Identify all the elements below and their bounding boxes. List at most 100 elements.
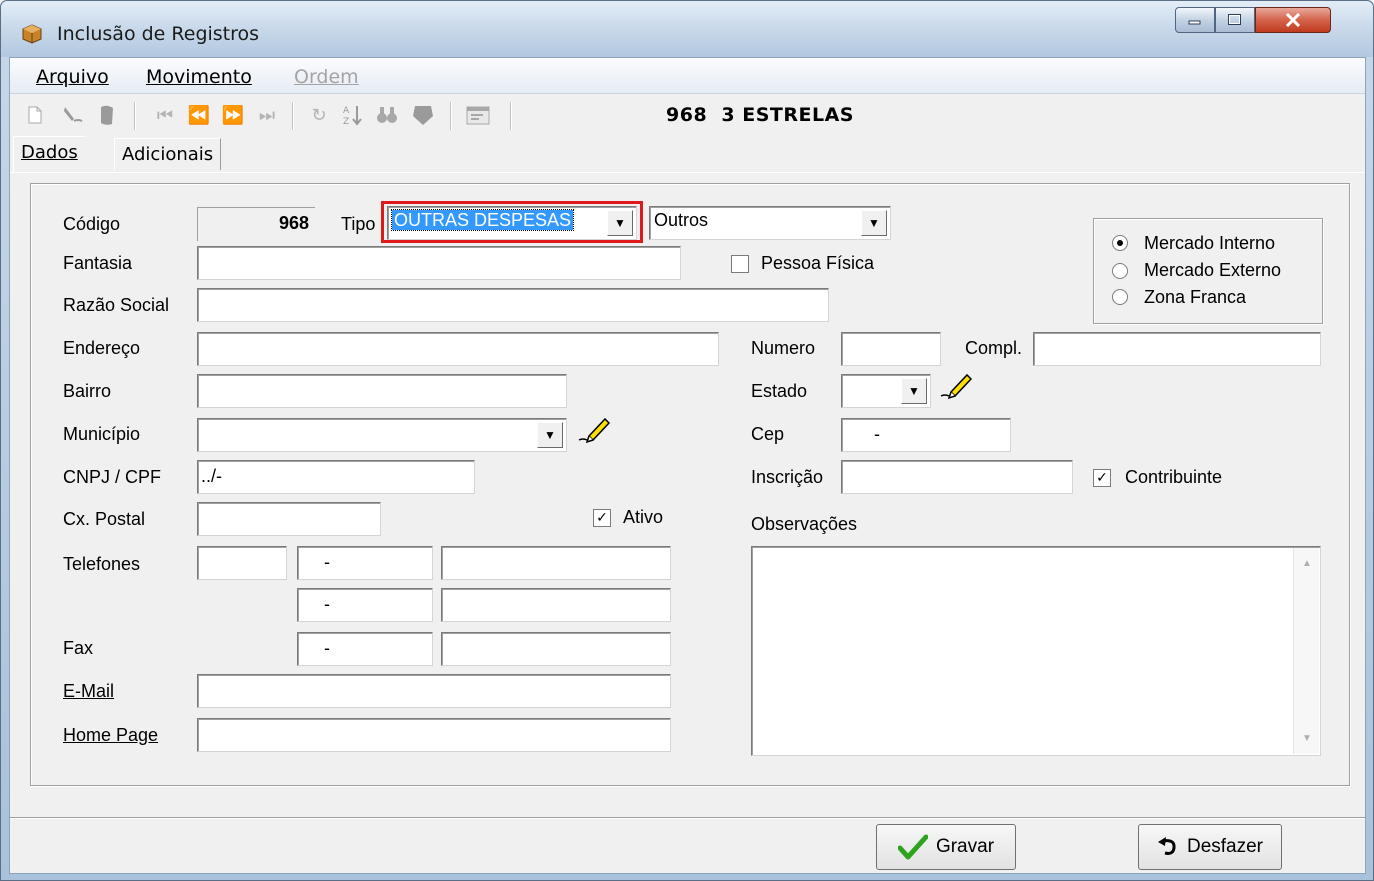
endereco-field[interactable] [197, 332, 719, 366]
minimize-button[interactable] [1175, 7, 1215, 33]
telefone1-extra-field[interactable] [441, 546, 671, 580]
menu-movimento[interactable]: Movimento [146, 66, 252, 88]
bottom-button-bar: Gravar Desfazer [10, 817, 1365, 873]
radio-mercado-externo[interactable] [1112, 263, 1128, 279]
email-field[interactable] [197, 674, 671, 708]
previous-record-icon[interactable]: ⏪ [186, 102, 212, 128]
tipo-subtipo-value: Outros [654, 210, 709, 230]
tab-dados[interactable]: Dados [13, 136, 85, 172]
observacoes-textarea[interactable]: ▲ ▼ [751, 546, 1321, 756]
cnpj-cpf-field[interactable]: ../- [197, 460, 475, 494]
sort-az-icon[interactable]: AZ [340, 102, 366, 128]
menu-arquivo[interactable]: Arquivo [36, 66, 109, 88]
observacoes-scrollbar[interactable]: ▲ ▼ [1293, 548, 1319, 754]
home-page-field[interactable] [197, 718, 671, 752]
observacoes-label: Observações [751, 514, 858, 534]
numero-label: Numero [751, 338, 816, 358]
cx-postal-field[interactable] [197, 502, 381, 536]
package-icon [22, 24, 42, 44]
svg-text:A: A [343, 106, 350, 116]
ativo-checkbox[interactable]: ✓ [593, 509, 611, 527]
telefone2-extra-field[interactable] [441, 588, 671, 622]
menu-bar: Arquivo Movimento Ordem [10, 58, 1365, 94]
chevron-down-icon[interactable]: ▼ [537, 422, 563, 448]
telefone2-field[interactable]: - [297, 588, 433, 622]
pencil-icon[interactable] [577, 416, 611, 444]
radio-mercado-interno[interactable] [1112, 235, 1128, 251]
cep-label: Cep [751, 424, 785, 444]
edit-icon[interactable] [60, 102, 86, 128]
municipio-dropdown[interactable]: ▼ [197, 418, 567, 452]
compl-field[interactable] [1033, 332, 1321, 366]
codigo-field: 968 [197, 207, 315, 241]
estado-dropdown[interactable]: ▼ [841, 374, 931, 408]
undo-icon [1157, 837, 1176, 855]
fantasia-field[interactable] [197, 246, 681, 280]
refresh-icon[interactable]: ↻ [306, 102, 332, 128]
gravar-label: Gravar [935, 836, 995, 857]
maximize-button[interactable] [1215, 7, 1255, 33]
ativo-label: Ativo [623, 507, 664, 527]
scroll-down-icon[interactable]: ▼ [1302, 733, 1312, 744]
scroll-up-icon[interactable]: ▲ [1302, 558, 1312, 569]
window-client-area: Arquivo Movimento Ordem ⏮ ⏪ ⏩ ⏭ ↻ AZ 968… [9, 57, 1366, 874]
desfazer-label: Desfazer [1186, 836, 1264, 857]
minimize-icon [1188, 20, 1201, 25]
estado-label: Estado [751, 381, 808, 401]
menu-ordem[interactable]: Ordem [294, 66, 359, 88]
title-bar[interactable]: Inclusão de Registros [1, 1, 1373, 57]
properties-icon[interactable] [466, 102, 492, 128]
mercado-externo-label: Mercado Externo [1144, 260, 1282, 280]
home-page-link[interactable]: Home Page [63, 725, 158, 746]
zona-franca-label: Zona Franca [1144, 287, 1247, 307]
fax-field[interactable]: - [297, 632, 433, 666]
first-record-icon[interactable]: ⏮ [152, 102, 178, 128]
bairro-field[interactable] [197, 374, 567, 408]
endereco-label: Endereço [63, 338, 141, 358]
tab-panel-dados: Código 968 Tipo OUTRAS DESPESAS ▼ Outros… [10, 172, 1365, 816]
radio-zona-franca[interactable] [1112, 289, 1128, 305]
tab-adicionais-label: Adicionais [122, 144, 214, 165]
razao-social-field[interactable] [197, 288, 829, 322]
telefone1-field[interactable]: - [297, 546, 433, 580]
fax-extra-field[interactable] [441, 632, 671, 666]
new-document-icon[interactable] [22, 102, 48, 128]
next-record-icon[interactable]: ⏩ [220, 102, 246, 128]
close-button[interactable] [1255, 7, 1331, 33]
contribuinte-checkbox[interactable]: ✓ [1093, 469, 1111, 487]
email-link[interactable]: E-Mail [63, 681, 114, 702]
find-icon[interactable] [374, 102, 400, 128]
gravar-button[interactable]: Gravar [876, 824, 1016, 870]
tab-strip: Dados Adicionais [10, 136, 1365, 176]
desfazer-button[interactable]: Desfazer [1138, 824, 1282, 870]
chevron-down-icon[interactable]: ▼ [607, 210, 633, 236]
tipo-dropdown[interactable]: OUTRAS DESPESAS ▼ [387, 206, 637, 240]
tipo-selected-value: OUTRAS DESPESAS [390, 209, 575, 231]
codigo-label: Código [63, 214, 121, 234]
telefone-ddd-field[interactable] [197, 546, 287, 580]
last-record-icon[interactable]: ⏭ [254, 102, 280, 128]
numero-field[interactable] [841, 332, 941, 366]
pencil-icon[interactable] [939, 372, 973, 400]
chevron-down-icon[interactable]: ▼ [901, 378, 927, 404]
delete-icon[interactable] [94, 102, 120, 128]
cep-field[interactable]: - [841, 418, 1011, 452]
pessoa-fisica-label: Pessoa Física [761, 253, 875, 273]
contribuinte-label: Contribuinte [1125, 467, 1223, 487]
telefones-label: Telefones [63, 554, 141, 574]
toolbar: ⏮ ⏪ ⏩ ⏭ ↻ AZ 968 3 ESTRELAS [10, 94, 1365, 136]
inscricao-field[interactable] [841, 460, 1073, 494]
razao-social-label: Razão Social [63, 295, 170, 315]
toolbar-separator [510, 102, 512, 130]
close-icon [1285, 13, 1301, 27]
filter-icon[interactable] [410, 102, 436, 128]
tipo-subtipo-dropdown[interactable]: Outros ▼ [649, 206, 891, 240]
toolbar-separator [134, 102, 136, 130]
pessoa-fisica-checkbox[interactable] [731, 255, 749, 273]
tab-adicionais[interactable]: Adicionais [114, 138, 222, 170]
menu-ordem-label: Ordem [294, 66, 359, 88]
menu-movimento-label: Movimento [146, 66, 252, 88]
chevron-down-icon[interactable]: ▼ [861, 210, 887, 236]
mercado-interno-label: Mercado Interno [1144, 233, 1276, 253]
fax-label: Fax [63, 638, 94, 658]
